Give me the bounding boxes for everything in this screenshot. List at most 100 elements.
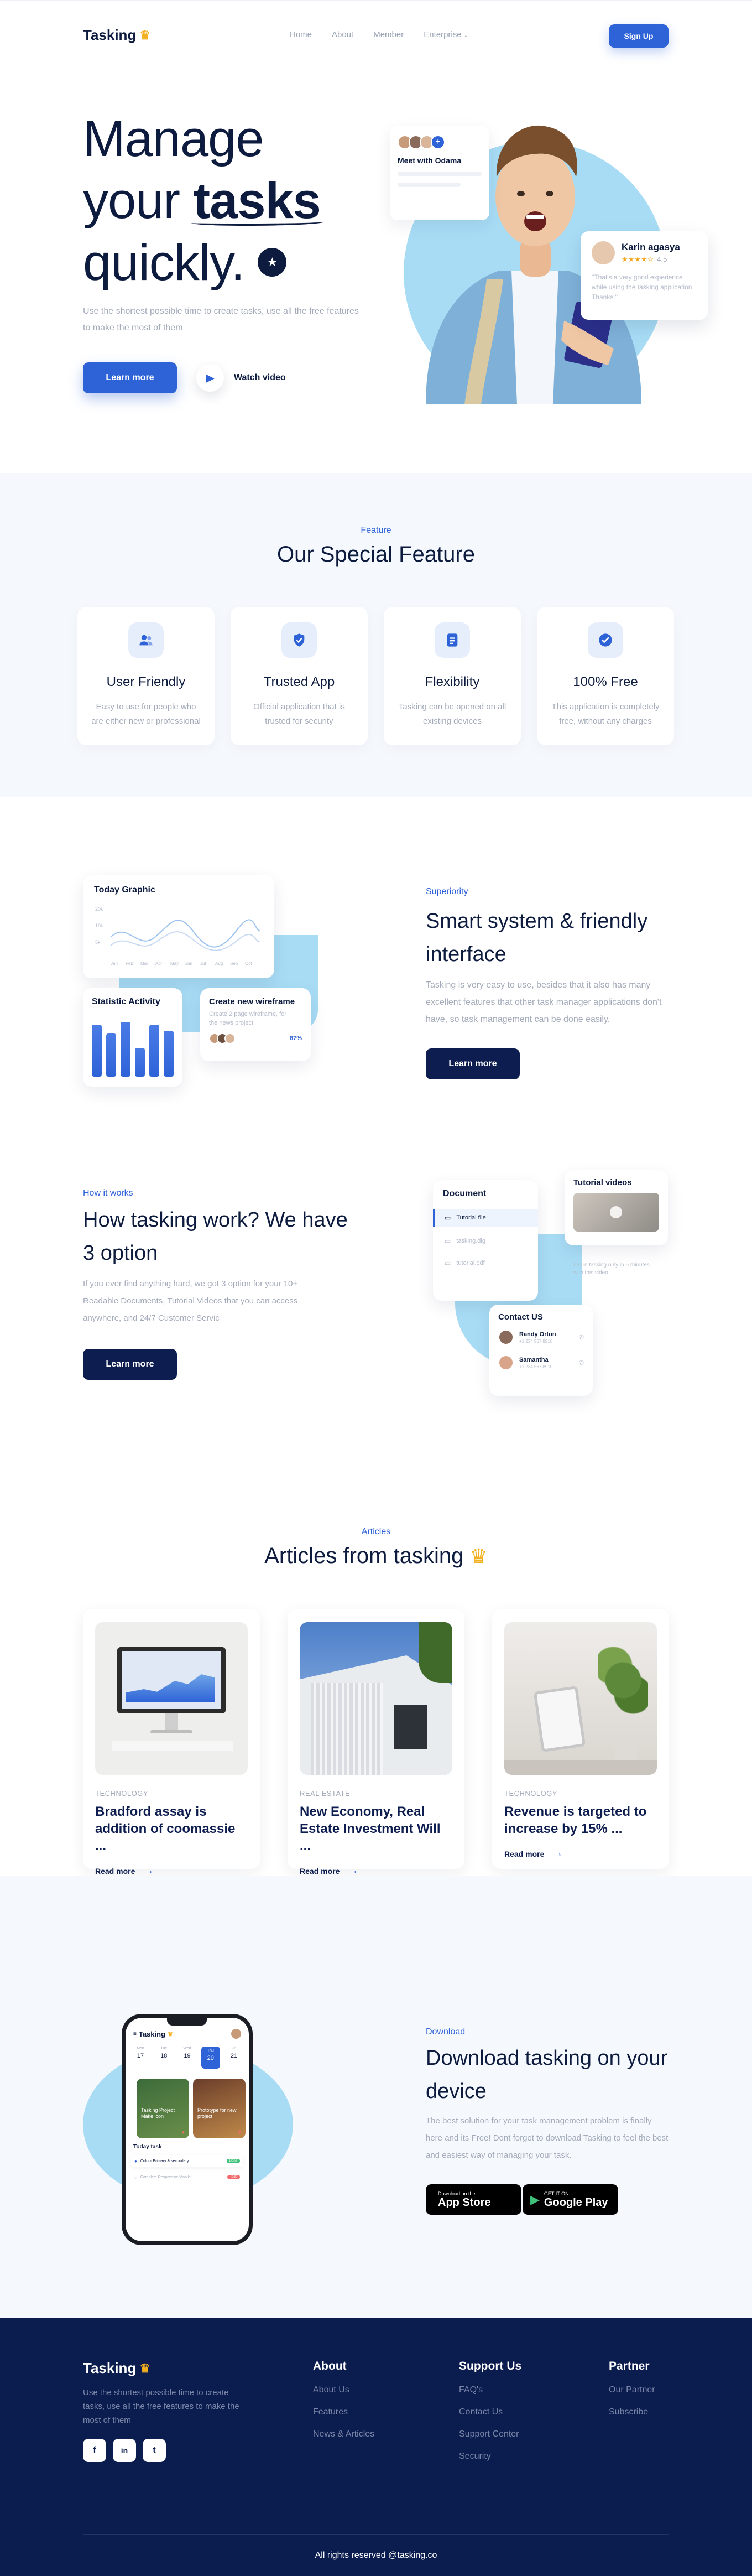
- reviewer-name: Karin agasya: [622, 242, 680, 252]
- phone-icon[interactable]: ✆: [579, 1334, 584, 1341]
- graph-x-label: Aug: [215, 961, 223, 966]
- add-member-icon[interactable]: +: [431, 135, 445, 149]
- meeting-card[interactable]: + Meet with Odama: [390, 126, 489, 220]
- meeting-avatars: +: [398, 135, 482, 149]
- contact-item[interactable]: Samantha +1 234 567 8910 ✆: [498, 1355, 584, 1370]
- nav-link-member[interactable]: Member: [373, 30, 404, 39]
- footer-link[interactable]: News & Articles: [313, 2429, 374, 2439]
- wireframe-task-card[interactable]: Create new wireframe Create 2 page wiref…: [200, 988, 311, 1061]
- feature-card[interactable]: 100% Free This application is completely…: [537, 607, 674, 745]
- calendar-day[interactable]: Fri 21: [224, 2047, 243, 2069]
- avatar[interactable]: [231, 2029, 241, 2039]
- calendar-day[interactable]: Mon 17: [131, 2047, 150, 2069]
- footer-column-title: About: [313, 2360, 347, 2372]
- statistic-bar: [106, 1033, 116, 1077]
- how-it-works-eyebrow: How it works: [83, 1188, 133, 1198]
- contact-name: Samantha: [519, 1356, 549, 1363]
- nav-link-home[interactable]: Home: [290, 30, 312, 39]
- superiority-learn-more-button[interactable]: Learn more: [426, 1048, 520, 1079]
- play-icon: [610, 1206, 622, 1218]
- tutorial-videos-card[interactable]: Tutorial videos: [565, 1170, 668, 1245]
- document-item-active[interactable]: ▭ Tutorial file: [433, 1209, 538, 1227]
- calendar-day[interactable]: Tue 18: [154, 2047, 173, 2069]
- today-graphic-card[interactable]: Today Graphic 20k 10k 5k Jan Feb Mar Apr…: [83, 875, 274, 978]
- task-item[interactable]: ● Colour Primary & secondary Done: [131, 2155, 243, 2167]
- footer-link[interactable]: Subscribe: [609, 2407, 655, 2417]
- feature-card[interactable]: Trusted App Official application that is…: [231, 607, 368, 745]
- footer-link[interactable]: About Us: [313, 2385, 374, 2395]
- footer-link[interactable]: Contact Us: [459, 2407, 521, 2417]
- footer-link[interactable]: Security: [459, 2452, 521, 2461]
- calendar-day[interactable]: Wed 19: [178, 2047, 197, 2069]
- feature-card[interactable]: Flexibility Tasking can be opened on all…: [384, 607, 521, 745]
- task-name: Colour Primary & secondary: [140, 2159, 189, 2163]
- article-headline[interactable]: New Economy, Real Estate Investment Will…: [300, 1803, 452, 1855]
- hero-learn-more-button[interactable]: Learn more: [83, 362, 177, 393]
- watch-video-label: Watch video: [234, 373, 286, 382]
- footer-link[interactable]: FAQ's: [459, 2385, 521, 2395]
- footer-logo[interactable]: Tasking ♛: [83, 2360, 150, 2377]
- contact-us-card[interactable]: Contact US Randy Orton +1 234 567 8910 ✆…: [489, 1305, 593, 1396]
- calendar-day-label: Mon: [137, 2047, 144, 2050]
- checkbox-icon[interactable]: ○: [134, 2175, 137, 2180]
- today-graphic-title: Today Graphic: [94, 885, 155, 895]
- article-card[interactable]: TECHNOLOGY Bradford assay is addition of…: [83, 1609, 260, 1877]
- project-card[interactable]: Prototype for new project ♥: [193, 2079, 246, 2138]
- graph-x-label: Oct: [245, 961, 252, 966]
- statistic-bar: [135, 1048, 145, 1077]
- article-card[interactable]: REAL ESTATE New Economy, Real Estate Inv…: [288, 1609, 464, 1877]
- footer-link[interactable]: Our Partner: [609, 2385, 655, 2395]
- meeting-title: Meet with Odama: [398, 156, 462, 165]
- crown-icon: ♛: [139, 28, 151, 42]
- document-item[interactable]: ▭ tasking.dig: [433, 1233, 538, 1249]
- document-item[interactable]: ▭ tutorial.pdf: [433, 1255, 538, 1271]
- feature-card[interactable]: User Friendly Easy to use for people who…: [77, 607, 215, 745]
- nav-link-enterprise[interactable]: Enterprise ⌄: [424, 30, 468, 39]
- avatar: [224, 1033, 236, 1044]
- hero-title-line-2a: your: [83, 173, 194, 229]
- nav-link-about[interactable]: About: [332, 30, 353, 39]
- avatar: [498, 1355, 514, 1370]
- linkedin-icon[interactable]: in: [113, 2439, 136, 2462]
- crown-icon: ♛: [469, 1545, 488, 1567]
- project-card[interactable]: Tasking Project Make icon ♥: [137, 2079, 189, 2138]
- phone-icon[interactable]: ✆: [579, 1359, 584, 1367]
- footer-link[interactable]: Features: [313, 2407, 374, 2417]
- line-graph: 20k 10k 5k Jan Feb Mar Apr May Jun Jul A…: [95, 906, 260, 966]
- hero-title-highlight: tasks: [193, 173, 321, 229]
- star-icon: ★: [257, 247, 286, 277]
- articles-eyebrow: Articles: [361, 1527, 391, 1536]
- article-headline[interactable]: Bradford assay is addition of coomassie …: [95, 1803, 248, 1855]
- google-play-button[interactable]: ▶ GET IT ON Google Play: [523, 2184, 618, 2215]
- article-card[interactable]: TECHNOLOGY Revenue is targeted to increa…: [492, 1609, 669, 1869]
- article-image: [95, 1622, 248, 1775]
- document-card[interactable]: Document ▭ Tutorial file ▭ tasking.dig ▭ tu…: [433, 1180, 538, 1301]
- article-headline[interactable]: Revenue is targeted to increase by 15% .…: [504, 1803, 657, 1837]
- footer-link[interactable]: Support Center: [459, 2429, 521, 2439]
- app-store-label: App Store: [438, 2196, 491, 2209]
- app-store-button[interactable]: Download on the App Store: [426, 2184, 521, 2215]
- calendar-day-selected[interactable]: Thu 20: [201, 2047, 220, 2069]
- download-description: The best solution for your task manageme…: [426, 2116, 669, 2160]
- sign-up-button[interactable]: Sign Up: [609, 24, 669, 48]
- menu-icon[interactable]: ≡: [133, 2031, 137, 2037]
- contact-item[interactable]: Randy Orton +1 234 567 8910 ✆: [498, 1329, 584, 1345]
- twitter-icon[interactable]: t: [143, 2439, 166, 2462]
- facebook-icon[interactable]: f: [83, 2439, 106, 2462]
- wireframe-progress: 87%: [289, 1035, 302, 1042]
- checkbox-icon[interactable]: ●: [134, 2159, 137, 2164]
- task-item[interactable]: ○ Complete Responsive Mobile Todo: [131, 2171, 243, 2183]
- how-learn-more-button[interactable]: Learn more: [83, 1349, 177, 1380]
- statistic-activity-card[interactable]: Statistic Activity: [83, 988, 182, 1087]
- read-more-link[interactable]: Read more →: [504, 1847, 657, 1860]
- watch-video-button[interactable]: ▶ Watch video: [196, 362, 286, 393]
- heart-icon[interactable]: ♥: [238, 2130, 241, 2135]
- heart-icon[interactable]: ♥: [182, 2130, 185, 2135]
- superiority-title: Smart system & friendly interface: [426, 910, 648, 966]
- video-thumbnail[interactable]: [573, 1193, 659, 1232]
- article-image: [300, 1622, 452, 1775]
- brand-logo[interactable]: Tasking ♛: [83, 27, 150, 44]
- file-icon: ▭: [445, 1237, 451, 1245]
- file-icon: ▭: [445, 1214, 451, 1222]
- contact-phone: +1 234 567 8910: [519, 1364, 553, 1369]
